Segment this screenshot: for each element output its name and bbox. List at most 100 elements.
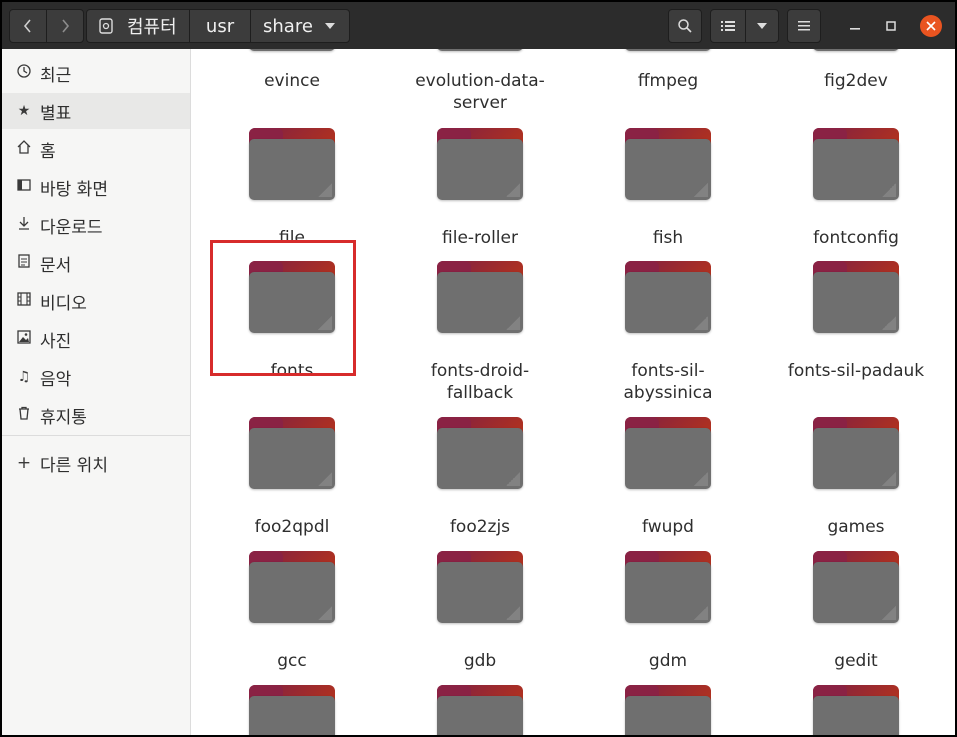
sidebar-item-downloads[interactable]: 다운로드 xyxy=(2,207,190,243)
folder-icon xyxy=(437,417,523,489)
sidebar-item-label: 홈 xyxy=(40,141,56,162)
folder-icon xyxy=(813,551,899,623)
folder-icon xyxy=(249,685,335,735)
folder-label: games xyxy=(827,517,885,537)
folder-icon xyxy=(813,685,899,735)
sidebar-item-desktop[interactable]: 바탕 화면 xyxy=(2,169,190,205)
folder-label: gedit xyxy=(834,651,878,671)
folder-icon xyxy=(625,49,711,51)
breadcrumb-label: usr xyxy=(205,15,235,37)
sidebar-item-trash[interactable]: 휴지통 xyxy=(2,397,190,433)
sidebar-item-label: 바탕 화면 xyxy=(40,179,108,200)
folder-icon xyxy=(813,128,899,200)
sidebar-item-label: 최근 xyxy=(40,65,72,86)
folder-label: gdm xyxy=(648,651,688,671)
breadcrumb-label: share xyxy=(263,15,313,37)
folder-label: gdb xyxy=(463,651,497,671)
sidebar-item-videos[interactable]: 비디오 xyxy=(2,283,190,319)
chevron-right-icon xyxy=(62,19,70,33)
folder-icon xyxy=(437,128,523,200)
folder-icon xyxy=(813,261,899,333)
plus-icon: + xyxy=(16,453,32,473)
folder-label: fig2dev xyxy=(824,71,888,91)
search-button[interactable] xyxy=(668,9,702,43)
close-icon xyxy=(926,21,936,31)
image-icon xyxy=(16,330,32,348)
folder-icon xyxy=(437,49,523,51)
sidebar-item-label: 다운로드 xyxy=(40,217,103,238)
sidebar-item-documents[interactable]: 문서 xyxy=(2,245,190,281)
sidebar-item-music[interactable]: ♫ 음악 xyxy=(2,359,190,395)
disk-icon xyxy=(99,18,113,34)
sidebar-divider xyxy=(2,435,190,436)
header-bar: 컴퓨터 usr share xyxy=(2,2,955,49)
trash-icon xyxy=(16,406,32,424)
star-icon: ★ xyxy=(17,103,31,119)
folder-icon xyxy=(813,49,899,51)
caret-down-icon xyxy=(324,23,335,29)
sidebar-item-recent[interactable]: 최근 xyxy=(2,55,190,91)
folder-icon xyxy=(249,551,335,623)
folder-label: fonts-droid-fallback xyxy=(430,361,530,403)
breadcrumb-label: 컴퓨터 xyxy=(127,17,177,38)
minimize-button[interactable] xyxy=(844,15,866,37)
search-icon xyxy=(678,19,692,33)
folder-label: fonts-sil-abyssinica xyxy=(623,361,713,403)
folder-icon xyxy=(437,685,523,735)
selection-highlight-box xyxy=(210,240,356,376)
folder-label: fontconfig xyxy=(813,228,899,248)
download-icon xyxy=(16,216,32,234)
home-icon xyxy=(16,140,32,158)
hamburger-menu-icon xyxy=(798,21,810,31)
back-button[interactable] xyxy=(9,9,47,43)
sidebar-item-label: 휴지통 xyxy=(40,407,87,428)
folder-label: evince xyxy=(264,71,320,91)
breadcrumb-computer[interactable]: 컴퓨터 xyxy=(86,9,190,43)
view-list-button[interactable] xyxy=(710,9,746,43)
music-icon: ♫ xyxy=(17,369,31,385)
folder-label: fwupd xyxy=(642,517,694,537)
sidebar-item-label: 문서 xyxy=(40,255,72,276)
folder-label: fish xyxy=(652,228,684,248)
chevron-left-icon xyxy=(23,19,31,33)
menu-button[interactable] xyxy=(787,9,821,43)
sidebar-item-other-locations[interactable]: + 다른 위치 xyxy=(2,445,190,481)
breadcrumb-usr[interactable]: usr xyxy=(189,9,251,43)
folder-icon xyxy=(625,685,711,735)
video-icon xyxy=(16,292,32,310)
clock-icon xyxy=(16,64,32,82)
close-button[interactable] xyxy=(920,15,942,37)
sidebar-item-label: 사진 xyxy=(40,331,72,352)
folder-label: evolution-data-server xyxy=(415,71,545,113)
folder-label: foo2qpdl xyxy=(254,517,330,537)
sidebar-item-pictures[interactable]: 사진 xyxy=(2,321,190,357)
folder-label: gcc xyxy=(277,651,307,671)
sidebar-item-label: 별표 xyxy=(40,103,72,124)
folder-icon xyxy=(625,417,711,489)
document-icon xyxy=(16,254,32,272)
forward-button[interactable] xyxy=(46,9,84,43)
sidebar-item-label: 비디오 xyxy=(40,293,87,314)
minimize-icon xyxy=(850,28,860,30)
view-options-button[interactable] xyxy=(745,9,779,43)
folder-label: foo2zjs xyxy=(449,517,511,537)
sidebar-item-starred[interactable]: ★ 별표 xyxy=(2,93,190,129)
folder-label: fonts-sil-padauk xyxy=(787,361,925,381)
sidebar-item-label: 다른 위치 xyxy=(40,455,108,476)
sidebar: 최근 ★ 별표 홈 바탕 화면 다운로드 문서 비디오 사진 ♫ 음악 휴지통 … xyxy=(2,49,191,735)
maximize-button[interactable] xyxy=(880,15,902,37)
folder-icon xyxy=(625,551,711,623)
folder-icon xyxy=(249,49,335,51)
list-view-icon xyxy=(721,21,735,31)
breadcrumb-share[interactable]: share xyxy=(250,9,350,43)
folder-icon xyxy=(437,261,523,333)
sidebar-item-home[interactable]: 홈 xyxy=(2,131,190,167)
folder-icon xyxy=(625,261,711,333)
folder-icon xyxy=(625,128,711,200)
folder-icon xyxy=(249,417,335,489)
folder-icon xyxy=(813,417,899,489)
desktop-icon xyxy=(16,178,32,196)
folder-label: file-roller xyxy=(442,228,518,248)
folder-label: ffmpeg xyxy=(637,71,699,91)
folder-icon xyxy=(437,551,523,623)
